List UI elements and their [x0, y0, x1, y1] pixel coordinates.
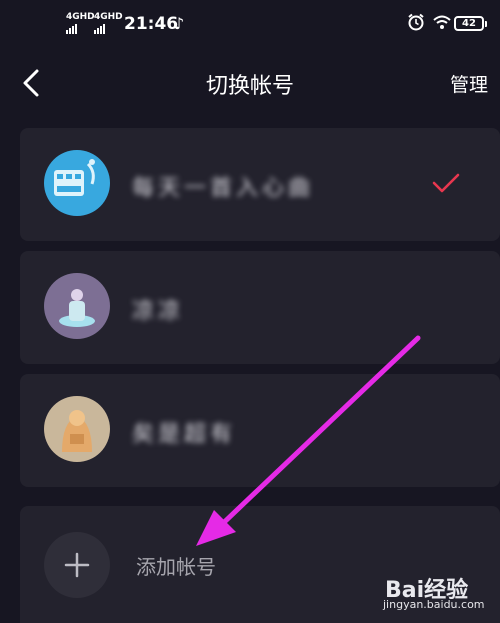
signal-bars-icon — [94, 24, 123, 34]
wifi-icon — [433, 15, 451, 29]
avatar — [44, 150, 110, 216]
avatar — [44, 396, 110, 462]
tiktok-notification-icon: ♪ — [174, 14, 185, 33]
page-title: 切换帐号 — [205, 74, 294, 99]
account-item[interactable]: 凉凉 — [20, 251, 500, 364]
add-account-label: 添加帐号 — [136, 555, 216, 579]
plus-icon — [44, 532, 110, 598]
selected-check-icon — [432, 173, 460, 193]
account-item[interactable]: 矣是超有 — [20, 374, 500, 487]
signal-sim2: 4GHD — [94, 13, 123, 34]
alarm-icon — [408, 13, 424, 31]
account-name: 凉凉 — [132, 299, 185, 324]
watermark-url: jingyan.baidu.com — [383, 598, 485, 611]
avatar — [44, 273, 110, 339]
account-item[interactable]: 每天一首入心曲 — [20, 128, 500, 241]
manage-button[interactable]: 管理 — [450, 70, 488, 97]
network-type-label: 4GHD — [66, 12, 95, 22]
signal-sim1: 4GHD — [66, 13, 95, 34]
battery-indicator: 42 — [454, 16, 487, 31]
account-name: 矣是超有 — [132, 422, 237, 447]
clock: 21:46 — [124, 14, 179, 34]
account-name: 每天一首入心曲 — [132, 176, 315, 201]
navigation-bar: 切换帐号 管理 — [0, 56, 500, 106]
battery-level: 42 — [462, 18, 476, 29]
status-bar: 4GHD 4GHD 21:46 ♪ 42 — [0, 0, 500, 48]
network-type-label: 4GHD — [94, 12, 123, 22]
signal-bars-icon — [66, 24, 95, 34]
